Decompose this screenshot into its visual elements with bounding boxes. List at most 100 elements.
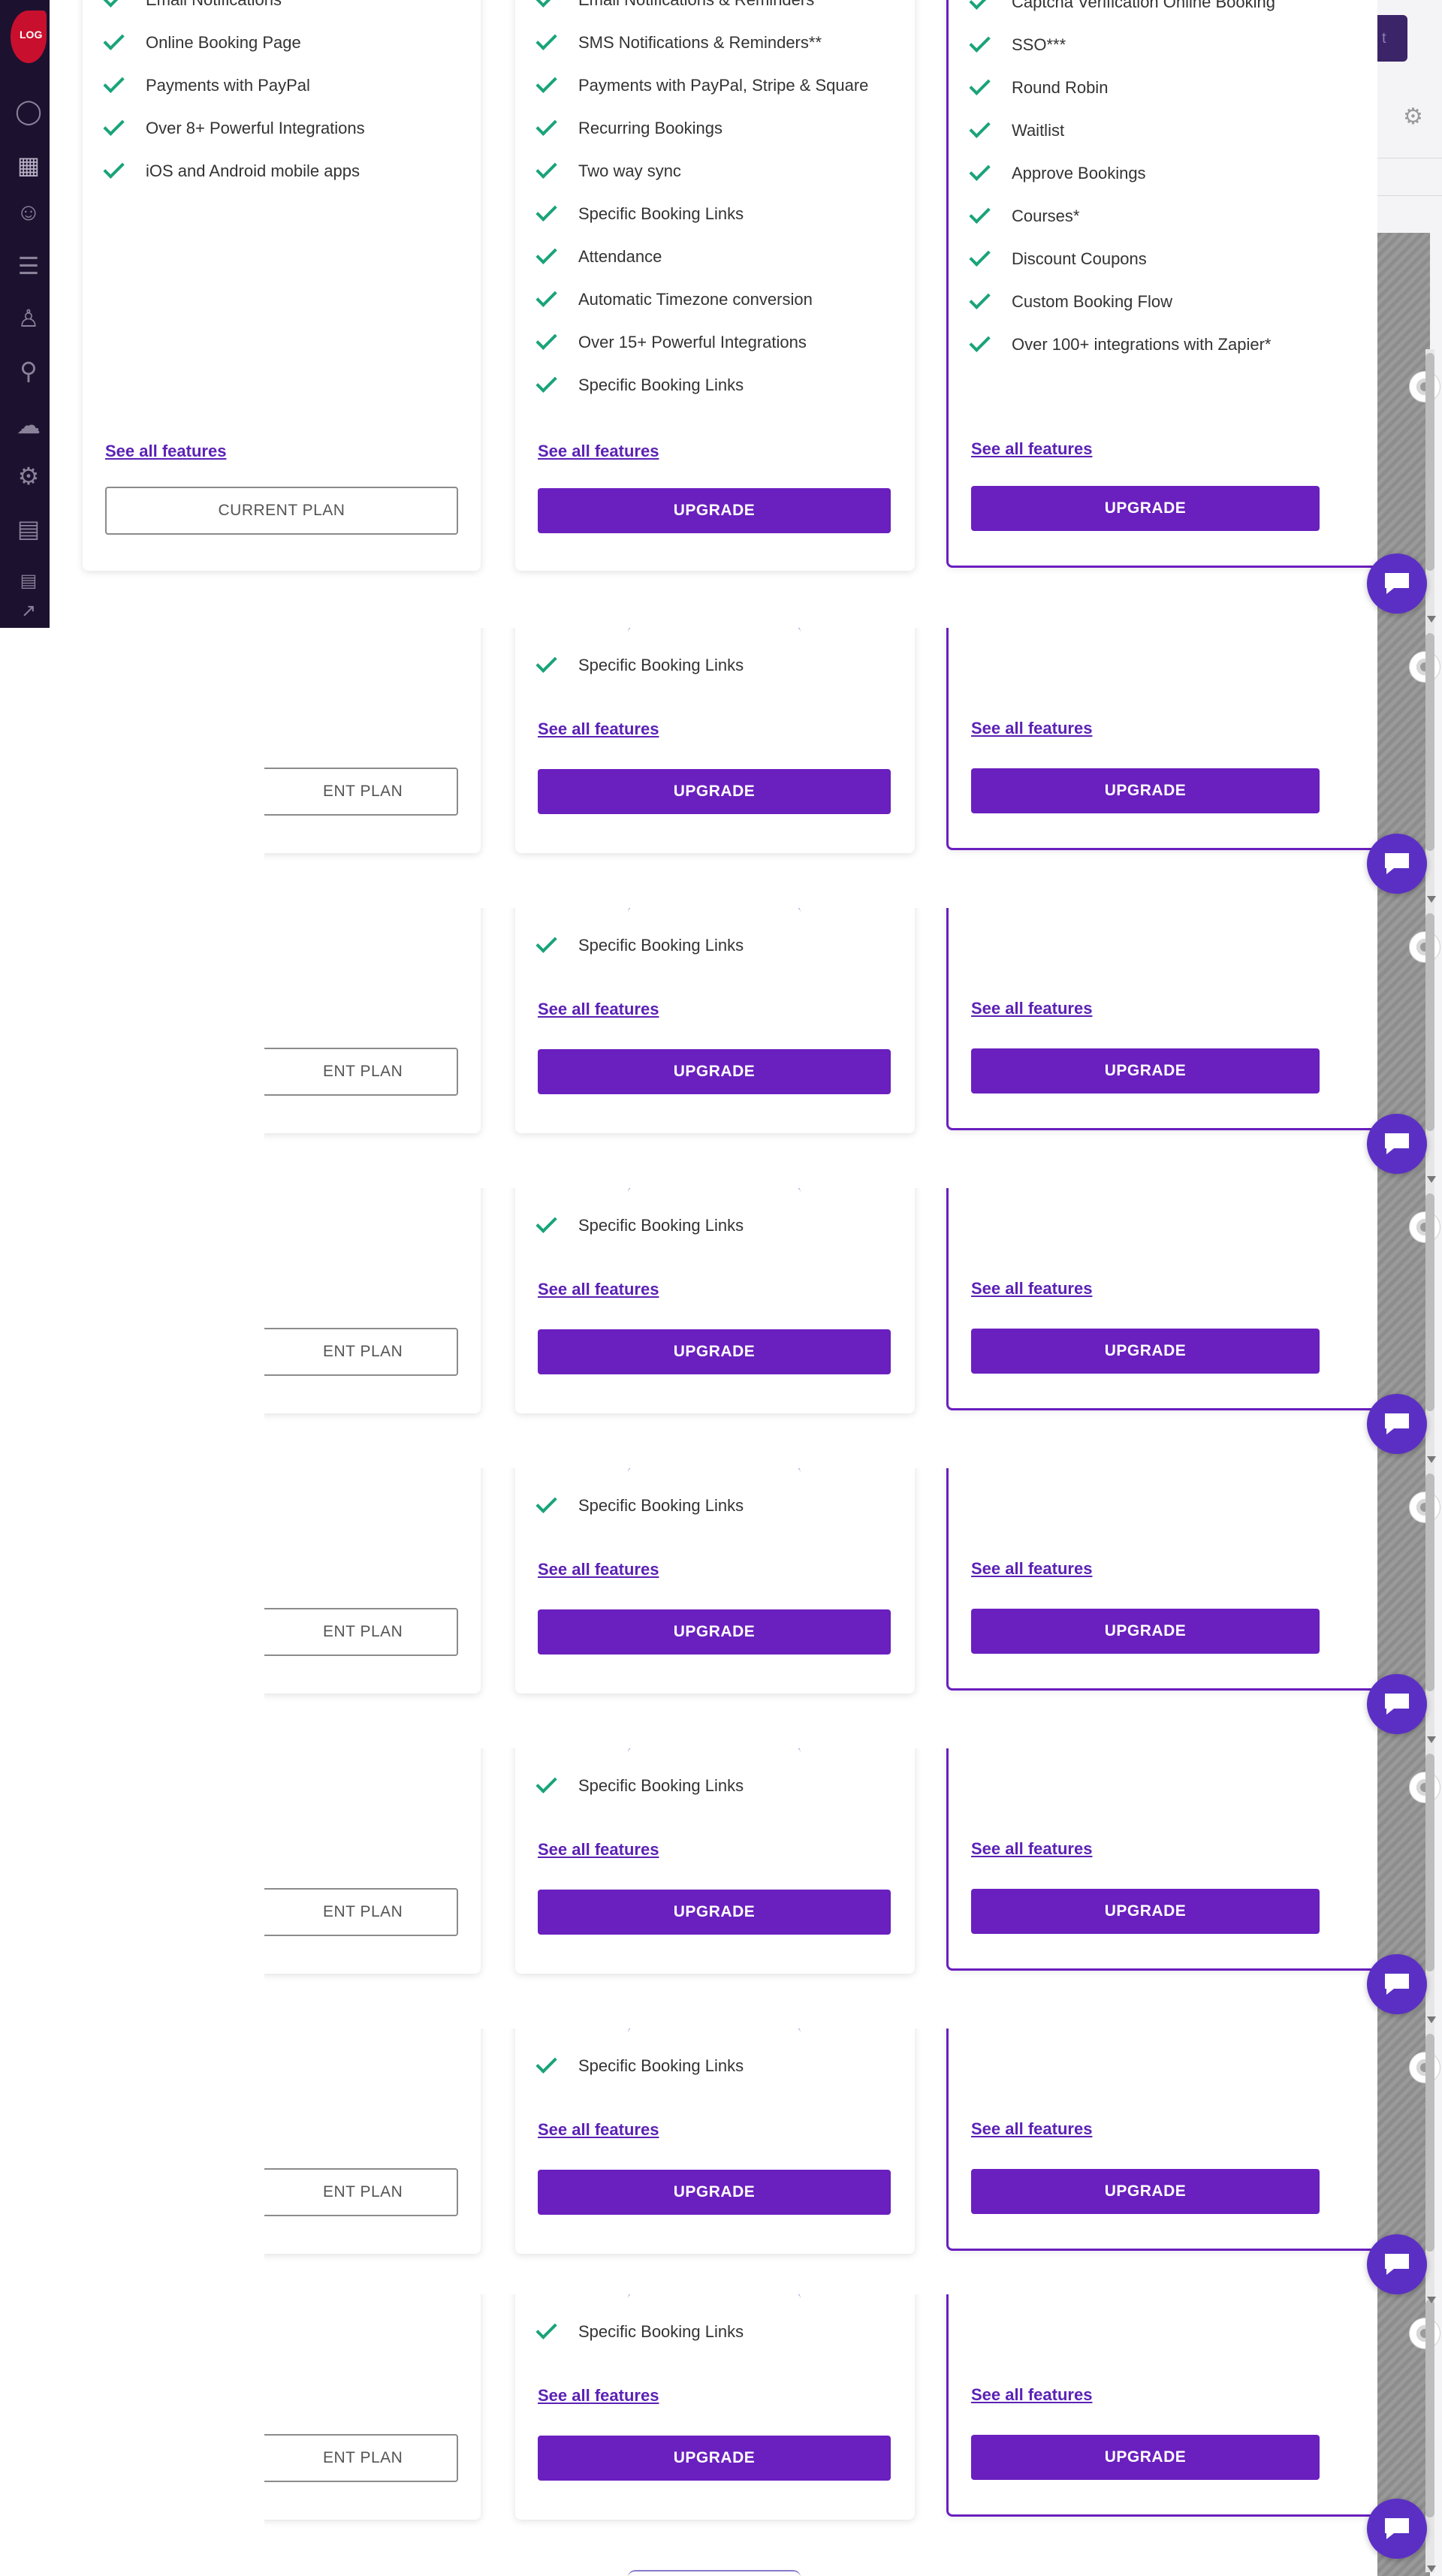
see-all-features-link[interactable]: See all features [971,1559,1092,1579]
cloud-icon[interactable]: ☁ [14,410,44,440]
app-logo[interactable]: LOG [11,11,47,63]
tag-pill-edge [628,2029,801,2033]
see-all-features-link[interactable]: See all features [105,442,226,461]
see-all-features-link[interactable]: See all features [538,1840,659,1860]
upgrade-button[interactable]: UPGRADE [971,768,1320,813]
upgrade-button[interactable]: UPGRADE [538,1329,891,1374]
scroll-down-arrow-icon[interactable] [1427,2016,1436,2023]
list-icon[interactable]: ☰ [14,251,44,281]
scrollbar-thumb[interactable] [1425,633,1434,851]
scrollbar-thumb[interactable] [1425,1474,1434,1691]
toggle-knob[interactable] [1409,1772,1440,1803]
chat-widget-button[interactable] [1367,1114,1427,1174]
see-all-features-link[interactable]: See all features [971,719,1092,738]
chat-widget-button[interactable] [1367,2234,1427,2294]
scroll-down-arrow-icon[interactable] [1427,1736,1436,1743]
check-icon [969,0,991,10]
upgrade-button[interactable]: UPGRADE [971,1609,1320,1654]
current-plan-button[interactable]: CURRENT PLAN [105,487,458,535]
scrollbar-thumb[interactable] [1425,353,1434,571]
person-icon[interactable]: ♙ [14,303,44,333]
check-icon [103,157,125,179]
team-icon[interactable]: ☺ [14,197,44,227]
plan-card-enterprise: See all features UPGRADE [946,2294,1377,2517]
scroll-down-arrow-icon[interactable] [1427,896,1436,903]
toggle-knob[interactable] [1409,2318,1440,2349]
see-all-features-link[interactable]: See all features [971,2119,1092,2139]
feature-label: Two way sync [578,161,681,180]
toggle-knob[interactable] [1409,371,1440,403]
scrollbar-thumb[interactable] [1425,1193,1434,1411]
feature-label: Custom Booking Flow [1012,292,1172,311]
scroll-down-arrow-icon[interactable] [1427,1176,1436,1183]
see-all-features-link[interactable]: See all features [538,1560,659,1579]
chat-widget-button[interactable] [1367,834,1427,894]
upgrade-button[interactable]: UPGRADE [971,1329,1320,1374]
chat-widget-button[interactable] [1367,1954,1427,2014]
chat-widget-button[interactable] [1367,2499,1427,2559]
screen: LOG ◯ ▦ ☺ ☰ ♙ ⚲ ☁ ⚙ ▤ ▤ ↗ t ⚙ Email Noti… [0,0,1442,2576]
upgrade-button[interactable]: UPGRADE [538,769,891,814]
see-all-features-link[interactable]: See all features [538,719,659,739]
upgrade-button[interactable]: UPGRADE [538,2170,891,2215]
see-all-features-link[interactable]: See all features [971,1279,1092,1299]
toggle-knob[interactable] [1409,1211,1440,1243]
see-all-features-link[interactable]: See all features [971,2385,1092,2405]
check-icon [969,159,991,181]
see-all-features-link[interactable]: See all features [971,439,1092,459]
upgrade-button[interactable]: UPGRADE [538,1609,891,1654]
feature-label: Specific Booking Links [578,2056,744,2075]
upgrade-button[interactable]: UPGRADE [971,486,1320,531]
settings-icon[interactable]: ⚙ [1403,104,1430,131]
see-all-features-link[interactable]: See all features [538,2386,659,2406]
scrollbar-thumb[interactable] [1425,913,1434,1131]
feature-item: Recurring Bookings [535,107,723,149]
plan-card-pro: Specific Booking Links See all features UP… [515,2294,915,2520]
page-action-button[interactable]: t [1377,15,1407,62]
external-link-icon[interactable]: ↗ [14,596,44,626]
location-icon[interactable]: ⚲ [14,356,44,386]
toggle-knob[interactable] [1409,651,1440,683]
scroll-down-arrow-icon[interactable] [1427,2565,1436,2572]
check-icon [969,74,991,95]
scroll-down-arrow-icon[interactable] [1427,2297,1436,2303]
divider [1377,195,1442,196]
toggle-knob[interactable] [1409,1492,1440,1523]
globe-icon[interactable]: ◯ [14,96,44,126]
gear-icon[interactable]: ⚙ [14,461,44,491]
scroll-down-arrow-icon[interactable] [1427,616,1436,623]
see-all-features-link[interactable]: See all features [538,1280,659,1299]
chat-icon [1385,1694,1409,1715]
see-all-features-link[interactable]: See all features [538,1000,659,1019]
scrollbar-thumb[interactable] [1425,1754,1434,1971]
upgrade-button[interactable]: UPGRADE [538,1890,891,1935]
feature-item: Captcha Verification Online Booking [969,0,1275,23]
upgrade-button[interactable]: UPGRADE [538,1049,891,1094]
calendar-icon[interactable]: ▦ [14,150,44,180]
check-icon [535,285,557,307]
id-card-icon[interactable]: ▤ [14,566,44,596]
upgrade-button[interactable]: UPGRADE [971,1048,1320,1093]
check-icon [535,651,557,673]
see-all-features-link[interactable]: See all features [971,999,1092,1018]
chat-widget-button[interactable] [1367,1674,1427,1734]
upgrade-button[interactable]: UPGRADE [538,2436,891,2481]
upgrade-button[interactable]: UPGRADE [538,488,891,533]
chart-icon[interactable]: ▤ [14,514,44,544]
toggle-knob[interactable] [1409,2052,1440,2083]
see-all-features-link[interactable]: See all features [538,442,659,461]
chat-widget-button[interactable] [1367,1394,1427,1454]
see-all-features-link[interactable]: See all features [538,2120,659,2140]
toggle-knob[interactable] [1409,931,1440,963]
see-all-features-link[interactable]: See all features [971,1839,1092,1859]
tag-pill-edge [628,2570,801,2576]
scroll-down-arrow-icon[interactable] [1427,1456,1436,1463]
scrollbar-thumb[interactable] [1425,2034,1434,2252]
upgrade-button[interactable]: UPGRADE [971,2169,1320,2214]
feature-label: Approve Bookings [1012,164,1146,182]
upgrade-button[interactable]: UPGRADE [971,2435,1320,2480]
upgrade-button[interactable]: UPGRADE [971,1889,1320,1934]
feature-label: Captcha Verification Online Booking [1012,0,1275,11]
chat-widget-button[interactable] [1367,554,1427,614]
scrollbar-thumb[interactable] [1425,2300,1434,2517]
